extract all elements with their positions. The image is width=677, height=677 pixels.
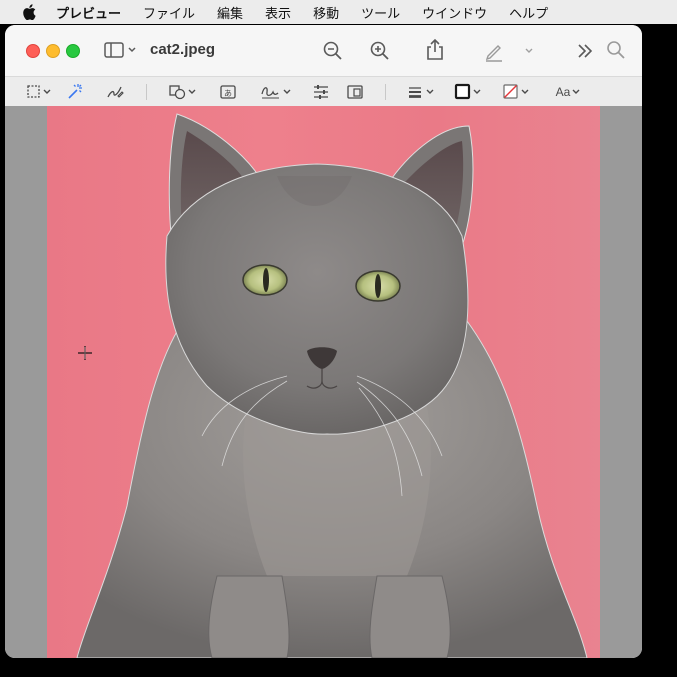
adjust-color-button[interactable] bbox=[311, 82, 331, 102]
cat-photo bbox=[76, 113, 588, 658]
crosshair-cursor-icon bbox=[78, 346, 92, 360]
markup-button[interactable] bbox=[483, 40, 505, 62]
toolbar-separator bbox=[146, 84, 147, 100]
menu-file[interactable]: ファイル bbox=[143, 3, 195, 22]
share-icon bbox=[427, 38, 443, 60]
cat-right-pupil bbox=[375, 274, 381, 298]
sketch-icon bbox=[107, 86, 124, 98]
zoom-in-button[interactable] bbox=[369, 40, 391, 62]
cat-right-leg bbox=[369, 575, 451, 658]
fill-color-icon bbox=[503, 84, 529, 99]
sign-button[interactable] bbox=[259, 82, 295, 102]
selection-tool-icon bbox=[27, 85, 51, 98]
share-button[interactable] bbox=[424, 38, 446, 62]
border-color-icon bbox=[454, 83, 481, 100]
menu-app-name[interactable]: プレビュー bbox=[56, 3, 121, 22]
instant-alpha-button[interactable] bbox=[65, 82, 85, 102]
apple-menu-icon[interactable] bbox=[22, 4, 36, 20]
markup-options-button[interactable] bbox=[522, 44, 536, 58]
text-style-button[interactable]: Aa bbox=[553, 82, 585, 102]
text-box-button[interactable]: あ bbox=[218, 82, 238, 102]
sign-icon bbox=[261, 87, 291, 99]
zoom-button[interactable] bbox=[66, 44, 80, 58]
shapes-button[interactable] bbox=[167, 82, 199, 102]
markup-toolbar: あ Aa bbox=[5, 76, 642, 107]
document-view[interactable] bbox=[5, 106, 642, 658]
markup-pen-icon bbox=[485, 45, 502, 62]
preview-window: cat2.jpeg あ Aa bbox=[5, 25, 642, 658]
shape-style-button[interactable] bbox=[406, 82, 438, 102]
zoom-out-icon bbox=[323, 41, 342, 60]
chevron-down-icon bbox=[572, 89, 580, 94]
text-icon: あ bbox=[220, 85, 236, 99]
more-toolbar-button[interactable] bbox=[575, 41, 595, 61]
zoom-out-button[interactable] bbox=[322, 40, 344, 62]
instant-alpha-icon bbox=[68, 84, 82, 99]
selection-tool-button[interactable] bbox=[25, 82, 55, 102]
menu-edit[interactable]: 編集 bbox=[217, 3, 243, 22]
menu-window[interactable]: ウインドウ bbox=[422, 3, 487, 22]
menu-bar: プレビュー ファイル 編集 表示 移動 ツール ウインドウ ヘルプ bbox=[0, 0, 677, 24]
cat-left-leg bbox=[208, 575, 290, 658]
title-bar: cat2.jpeg bbox=[5, 25, 642, 76]
menu-view[interactable]: 表示 bbox=[265, 3, 291, 22]
fill-color-button[interactable] bbox=[501, 82, 533, 102]
adjust-color-icon bbox=[314, 85, 328, 99]
image-canvas[interactable] bbox=[47, 106, 600, 658]
text-style-icon: Aa bbox=[555, 85, 571, 99]
chevron-down-icon bbox=[525, 48, 533, 53]
close-button[interactable] bbox=[26, 44, 40, 58]
double-chevron-right-icon bbox=[578, 44, 593, 58]
sidebar-toggle-button[interactable] bbox=[103, 40, 139, 60]
border-color-button[interactable] bbox=[453, 82, 485, 102]
menu-tools[interactable]: ツール bbox=[361, 3, 400, 22]
sidebar-icon bbox=[104, 42, 136, 58]
search-button[interactable] bbox=[606, 40, 626, 60]
window-title: cat2.jpeg bbox=[150, 41, 216, 58]
svg-text:あ: あ bbox=[224, 89, 232, 98]
cat-left-pupil bbox=[263, 268, 269, 292]
toolbar-separator bbox=[385, 84, 386, 100]
adjust-size-button[interactable] bbox=[345, 82, 365, 102]
minimize-button[interactable] bbox=[46, 44, 60, 58]
zoom-in-icon bbox=[370, 41, 389, 60]
adjust-size-icon bbox=[347, 85, 363, 99]
menu-help[interactable]: ヘルプ bbox=[509, 3, 548, 22]
sketch-button[interactable] bbox=[105, 82, 125, 102]
shape-style-icon bbox=[409, 87, 434, 98]
search-icon bbox=[607, 41, 625, 59]
menu-go[interactable]: 移動 bbox=[313, 3, 339, 22]
shapes-icon bbox=[169, 85, 196, 100]
